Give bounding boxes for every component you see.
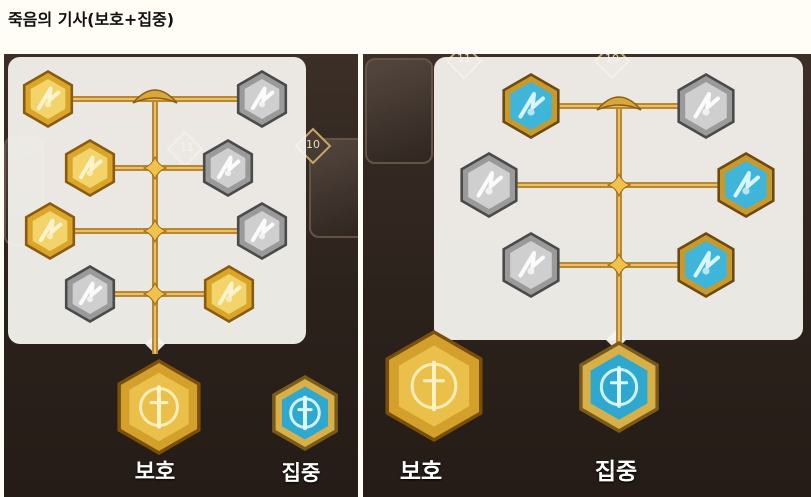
talent-panel-right: 11 10 보호 집중 <box>363 54 811 497</box>
shield-sword-emblem-icon[interactable] <box>117 359 201 455</box>
talent-connector-lines <box>489 103 746 346</box>
protection-button-label: 보호 <box>134 460 176 485</box>
junction-star-icon <box>606 172 632 198</box>
junction-star-icon <box>142 218 168 244</box>
armored-knight-icon[interactable] <box>64 265 116 323</box>
sword-shield-icon[interactable] <box>22 70 74 128</box>
flame-spire-icon[interactable] <box>64 139 116 197</box>
focus-button-label: 집중 <box>594 459 638 485</box>
talent-tree-right <box>385 73 775 442</box>
talent-tree-left <box>22 70 338 455</box>
shield-sword-emblem-icon[interactable] <box>385 330 483 442</box>
junction-star-icon <box>142 155 168 181</box>
ring-aura-icon[interactable] <box>202 139 254 197</box>
focus-button-label: 집중 <box>281 461 321 485</box>
roaring-beast-icon[interactable] <box>677 232 735 298</box>
gauntlet-icon[interactable] <box>502 232 560 298</box>
focus-crest-icon[interactable] <box>272 375 338 451</box>
claw-strike-icon[interactable] <box>236 70 288 128</box>
spear-thrust-icon[interactable] <box>460 152 518 218</box>
winged-blade-icon[interactable] <box>24 202 76 260</box>
ice-shatter-icon[interactable] <box>502 73 560 139</box>
wind-slash-icon[interactable] <box>717 152 775 218</box>
junction-star-icon <box>142 281 168 307</box>
talent-panel-left: 11 10 보호 집중 <box>4 54 358 497</box>
junction-star-icon <box>606 252 632 278</box>
target-diamond-icon[interactable] <box>236 202 288 260</box>
page-title: 죽음의 기사(보호+집중) <box>8 10 175 29</box>
helmet-crest-icon[interactable] <box>203 265 255 323</box>
protection-button-label: 보호 <box>399 459 443 485</box>
focus-crest-icon[interactable] <box>579 341 659 433</box>
blade-flurry-icon[interactable] <box>677 73 735 139</box>
